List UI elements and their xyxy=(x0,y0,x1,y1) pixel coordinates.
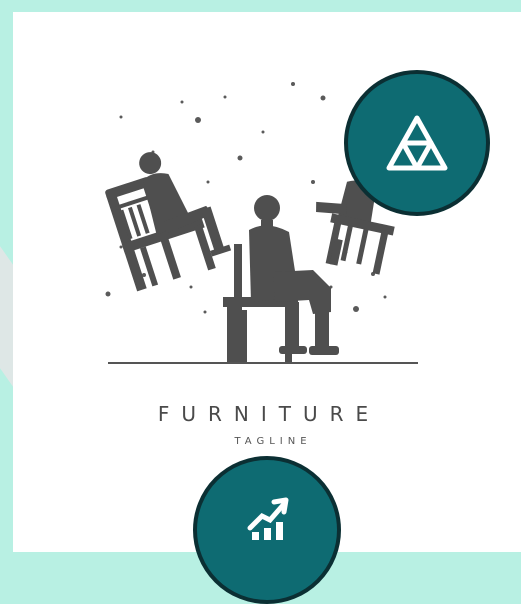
center-chair-figure xyxy=(223,195,339,364)
brand-name: FURNITURE xyxy=(157,402,381,426)
left-chair-figure xyxy=(105,152,232,292)
growth-chart-icon xyxy=(247,497,289,540)
triangle-icon xyxy=(386,115,448,171)
ground-line xyxy=(108,362,418,364)
tagline: TAGLINE xyxy=(234,436,312,447)
growth-badge[interactable] xyxy=(193,456,341,604)
triangle-badge[interactable] xyxy=(344,70,490,216)
